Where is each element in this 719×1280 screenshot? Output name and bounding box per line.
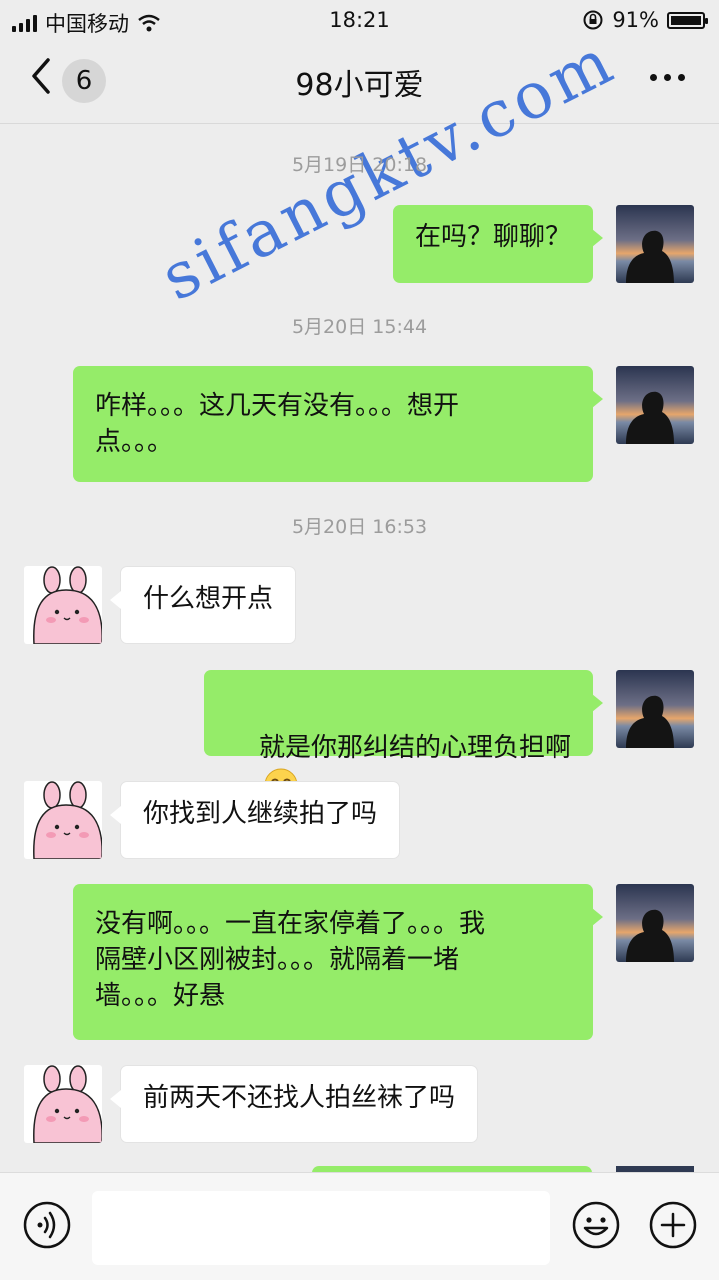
received-message-bubble[interactable]: 你找到人继续拍了吗: [109, 781, 401, 859]
my-avatar[interactable]: [616, 670, 694, 748]
timestamp: 5月19日 20:18: [291, 154, 428, 176]
message-input[interactable]: [92, 1191, 550, 1265]
battery-percent: 91%: [612, 8, 659, 32]
my-avatar[interactable]: [616, 205, 694, 283]
battery-icon: [667, 11, 708, 29]
message-text: 就是你那纠结的心理负担啊: [258, 733, 571, 763]
my-avatar[interactable]: [616, 884, 694, 962]
sent-message-bubble[interactable]: 就是你那纠结的心理负担啊: [203, 670, 604, 801]
plus-icon[interactable]: [648, 1200, 698, 1250]
sent-message-bubble[interactable]: 在吗？聊聊？: [392, 205, 604, 283]
timestamp: 5月20日 15:44: [291, 316, 428, 338]
sent-message-bubble[interactable]: 没有啊。。。一直在家停着了。。。我 隔壁小区刚被封。。。就隔着一堵 墙。。。好悬: [73, 884, 603, 1040]
contact-avatar[interactable]: [24, 781, 102, 859]
sent-message-bubble[interactable]: 咋样。。。这几天有没有。。。想开 点。。。: [73, 366, 603, 482]
emoji-icon[interactable]: [571, 1200, 621, 1250]
status-bar: 中国移动 18:21 91%: [0, 0, 719, 40]
input-toolbar: [0, 1172, 719, 1280]
voice-icon[interactable]: [22, 1200, 72, 1250]
contact-avatar[interactable]: [24, 566, 102, 644]
my-avatar[interactable]: [616, 366, 694, 444]
received-message-bubble[interactable]: 前两天不还找人拍丝袜了吗: [109, 1065, 479, 1143]
more-options-icon[interactable]: [650, 74, 685, 81]
received-message-bubble[interactable]: 什么想开点: [109, 566, 297, 644]
contact-avatar[interactable]: [24, 1065, 102, 1143]
timestamp: 5月20日 16:53: [291, 516, 428, 538]
